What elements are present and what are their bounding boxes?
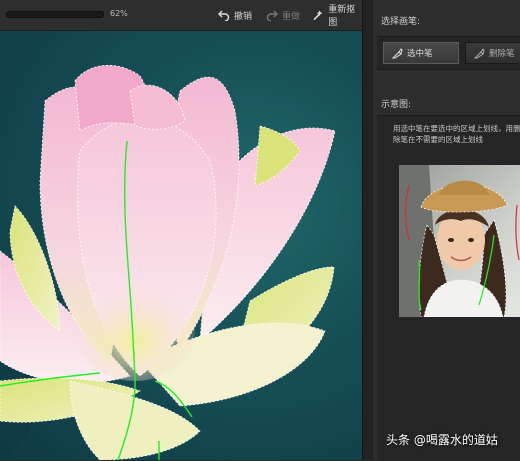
undo-icon — [218, 10, 230, 21]
select-brush-title: 选择画笔: — [381, 17, 421, 27]
redo-icon — [266, 10, 278, 21]
lotus-image — [0, 64, 336, 460]
watermark: 头条 @喝露水的道姑 — [386, 433, 498, 447]
redo-button[interactable]: 重做 — [266, 7, 300, 23]
select-brush-icon — [392, 47, 403, 58]
reset-label: 重新抠图 — [328, 5, 356, 28]
girl-illustration — [399, 165, 520, 317]
undo-label: 撤销 — [234, 11, 253, 22]
brush-selector: 选中笔 删除笔 — [377, 36, 520, 70]
delete-brush-icon — [474, 47, 485, 58]
top-toolbar: 62% 撤销 重做 重新抠图 — [0, 0, 362, 31]
right-panel: 选择画笔: 选中笔 删除笔 示意图: 用选中笔在要选中的区域上划线，用删除笔在不… — [373, 0, 520, 461]
example-image — [399, 165, 520, 317]
redo-label: 重做 — [282, 11, 301, 22]
zoom-slider[interactable] — [6, 11, 104, 18]
delete-brush-button[interactable]: 删除笔 — [465, 42, 520, 64]
select-brush-label: 选中笔 — [407, 49, 433, 59]
undo-button[interactable]: 撤销 — [218, 7, 252, 23]
example-title: 示意图: — [381, 100, 412, 110]
hint-text: 用选中笔在要选中的区域上划线，用删除笔在不需要的区域上划线 — [393, 124, 520, 144]
reset-icon — [313, 10, 323, 21]
delete-brush-label: 删除笔 — [489, 49, 515, 59]
image-canvas[interactable] — [0, 31, 362, 460]
zoom-level: 62% — [110, 9, 128, 18]
reset-button[interactable]: 重新抠图 — [313, 5, 362, 28]
example-box: 用选中笔在要选中的区域上划线，用删除笔在不需要的区域上划线 — [377, 115, 520, 461]
select-brush-button[interactable]: 选中笔 — [383, 42, 459, 64]
